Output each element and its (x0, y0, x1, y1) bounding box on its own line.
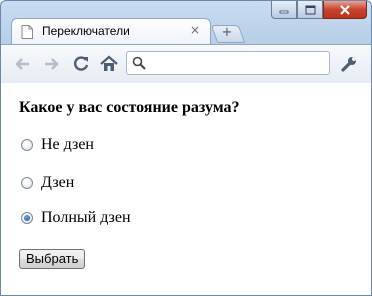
browser-toolbar (1, 44, 371, 84)
forward-arrow-icon[interactable] (41, 54, 61, 74)
wrench-icon[interactable] (339, 54, 359, 74)
page-question: Какое у вас состояние разума? (19, 99, 240, 116)
minimize-button[interactable] (271, 1, 297, 19)
window-controls (271, 1, 367, 19)
browser-window: Переключатели × + Какое у вас состояние … (0, 0, 372, 296)
radio-label[interactable]: Дзен (41, 174, 74, 192)
back-arrow-icon[interactable] (13, 54, 33, 74)
radio-label[interactable]: Не дзен (41, 136, 94, 154)
address-input[interactable] (151, 54, 323, 72)
tab-title: Переключатели (42, 24, 130, 38)
reload-icon[interactable] (71, 54, 91, 74)
address-bar[interactable] (126, 51, 330, 75)
radio-button[interactable] (21, 139, 33, 151)
close-tab-icon[interactable]: × (188, 23, 202, 37)
radio-option-full-zen[interactable]: Полный дзен (21, 208, 131, 228)
radio-button[interactable] (21, 177, 33, 189)
radio-option-zen[interactable]: Дзен (21, 173, 74, 193)
close-icon (340, 4, 350, 15)
submit-button[interactable]: Выбрать (19, 249, 86, 269)
page-icon (21, 25, 33, 39)
search-icon (132, 56, 146, 70)
maximize-icon (305, 5, 315, 14)
tab-active[interactable]: Переключатели × (11, 18, 211, 44)
close-window-button[interactable] (323, 1, 367, 19)
maximize-button[interactable] (297, 1, 323, 19)
plus-icon: + (221, 25, 233, 40)
minimize-icon (279, 10, 289, 13)
title-bar: Переключатели × + (1, 1, 371, 45)
radio-option-not-zen[interactable]: Не дзен (21, 135, 94, 155)
new-tab-button[interactable]: + (210, 25, 246, 43)
radio-button-checked[interactable] (21, 212, 33, 224)
page-content: Какое у вас состояние разума? Не дзен Дз… (1, 83, 371, 295)
home-icon[interactable] (99, 54, 119, 74)
radio-label[interactable]: Полный дзен (41, 209, 131, 227)
